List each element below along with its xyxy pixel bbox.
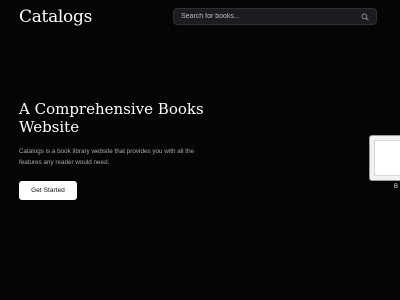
book-cover-image <box>374 140 400 176</box>
book-card[interactable] <box>369 135 400 181</box>
get-started-button[interactable]: Get Started <box>19 181 77 200</box>
hero-title: A Comprehensive Books Website <box>19 100 204 136</box>
hero-description: Catalogs is a book library website that … <box>19 148 195 166</box>
search-icon[interactable] <box>359 11 371 23</box>
search-input[interactable] <box>174 9 359 24</box>
search-bar <box>173 8 377 25</box>
book-card-label: B <box>394 184 399 190</box>
brand-logo[interactable]: Catalogs <box>19 7 92 27</box>
